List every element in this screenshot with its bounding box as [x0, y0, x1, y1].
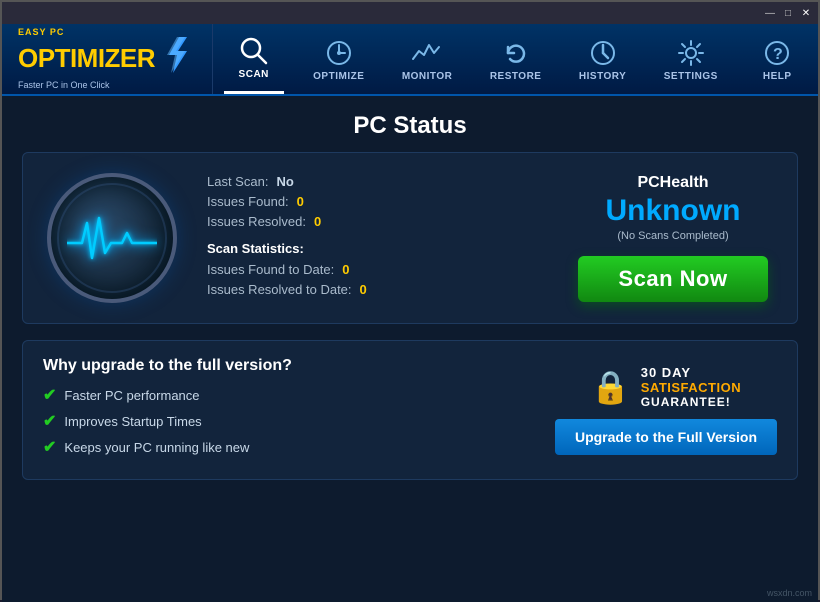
logo-arrow-icon: [163, 37, 191, 73]
scan-icon: [238, 35, 270, 67]
history-icon: [587, 37, 619, 69]
watermark: wsxdn.com: [767, 588, 812, 598]
upgrade-feature-3: ✔ Keeps your PC running like new: [43, 437, 555, 457]
feature-1-text: Faster PC performance: [64, 388, 199, 403]
check-icon-2: ✔: [43, 411, 56, 431]
feature-3-text: Keeps your PC running like new: [64, 440, 249, 455]
nav-bar: SCAN OPTIMIZE MONITOR RESTORE: [212, 24, 818, 94]
nav-item-scan[interactable]: SCAN: [224, 24, 284, 94]
nav-label-scan: SCAN: [239, 69, 269, 80]
guarantee-word: GUARANTEE!: [641, 395, 741, 409]
last-scan-label: Last Scan:: [207, 174, 268, 189]
logo-sub-text: Faster PC in One Click: [18, 80, 212, 90]
check-icon-1: ✔: [43, 385, 56, 405]
minimize-button[interactable]: —: [762, 6, 778, 20]
health-sub: (No Scans Completed): [617, 230, 728, 242]
titlebar: — □ ✕: [2, 2, 818, 24]
stats-section: Last Scan: No Issues Found: 0 Issues Res…: [207, 174, 543, 302]
restore-icon: [500, 37, 532, 69]
status-card: Last Scan: No Issues Found: 0 Issues Res…: [22, 152, 798, 324]
guarantee-badge: 🔒 30 DAY SATISFACTION GUARANTEE!: [591, 365, 741, 409]
page-title: PC Status: [22, 96, 798, 152]
header: EASY PC OPTIMIZER Faster PC in One Click: [2, 24, 818, 96]
settings-icon: [675, 37, 707, 69]
upgrade-right: 🔒 30 DAY SATISFACTION GUARANTEE! Upgrade…: [555, 365, 777, 455]
resolved-to-date-value: 0: [360, 282, 367, 297]
resolved-to-date-row: Issues Resolved to Date: 0: [207, 282, 543, 297]
nav-item-settings[interactable]: SETTINGS: [656, 24, 726, 94]
guarantee-days: 30 DAY: [641, 365, 741, 380]
close-button[interactable]: ✕: [798, 6, 814, 20]
logo-area: EASY PC OPTIMIZER Faster PC in One Click: [2, 28, 212, 90]
lock-icon: 🔒: [591, 368, 631, 406]
check-icon-3: ✔: [43, 437, 56, 457]
nav-label-optimize: OPTIMIZE: [313, 71, 364, 82]
scan-now-button[interactable]: Scan Now: [578, 256, 767, 302]
main-content: PC Status Last Scan: No Issues Fo: [2, 96, 818, 602]
nav-item-restore[interactable]: RESTORE: [482, 24, 550, 94]
issues-resolved-row: Issues Resolved: 0: [207, 214, 543, 229]
svg-text:?: ?: [773, 46, 783, 63]
issues-found-value: 0: [297, 194, 304, 209]
nav-label-history: HISTORY: [579, 71, 626, 82]
nav-item-monitor[interactable]: MONITOR: [394, 24, 461, 94]
issues-to-date-row: Issues Found to Date: 0: [207, 262, 543, 277]
guarantee-satisfaction: SATISFACTION: [641, 380, 741, 395]
health-section: PCHealth Unknown (No Scans Completed) Sc…: [573, 174, 773, 302]
last-scan-value: No: [276, 174, 293, 189]
upgrade-button[interactable]: Upgrade to the Full Version: [555, 419, 777, 455]
nav-label-monitor: MONITOR: [402, 71, 453, 82]
health-label: PCHealth: [637, 174, 708, 192]
health-status: Unknown: [606, 194, 741, 228]
issues-found-row: Issues Found: 0: [207, 194, 543, 209]
upgrade-left: Why upgrade to the full version? ✔ Faste…: [43, 357, 555, 463]
upgrade-feature-2: ✔ Improves Startup Times: [43, 411, 555, 431]
nav-item-history[interactable]: HISTORY: [571, 24, 634, 94]
optimize-icon: [323, 37, 355, 69]
upgrade-title: Why upgrade to the full version?: [43, 357, 555, 375]
logo-main-text: OPTIMIZER: [18, 45, 155, 71]
monitor-icon: [411, 37, 443, 69]
nav-item-optimize[interactable]: OPTIMIZE: [305, 24, 372, 94]
issues-resolved-label: Issues Resolved:: [207, 214, 306, 229]
heartbeat-graph: [67, 213, 157, 263]
logo-top-text: EASY PC: [18, 28, 212, 37]
logo-optimizer: OPTIMIZER: [18, 43, 155, 73]
issues-resolved-value: 0: [314, 214, 321, 229]
nav-label-restore: RESTORE: [490, 71, 542, 82]
scan-stats-title: Scan Statistics:: [207, 241, 543, 256]
feature-2-text: Improves Startup Times: [64, 414, 201, 429]
issues-to-date-value: 0: [342, 262, 349, 277]
nav-label-settings: SETTINGS: [664, 71, 718, 82]
maximize-button[interactable]: □: [780, 6, 796, 20]
resolved-to-date-label: Issues Resolved to Date:: [207, 282, 352, 297]
nav-item-help[interactable]: ? HELP: [747, 24, 807, 94]
nav-label-help: HELP: [763, 71, 792, 82]
monitor-graphic: [47, 173, 177, 303]
help-icon: ?: [761, 37, 793, 69]
upgrade-banner: Why upgrade to the full version? ✔ Faste…: [22, 340, 798, 480]
upgrade-feature-1: ✔ Faster PC performance: [43, 385, 555, 405]
guarantee-text: 30 DAY SATISFACTION GUARANTEE!: [641, 365, 741, 409]
last-scan-row: Last Scan: No: [207, 174, 543, 189]
issues-found-label: Issues Found:: [207, 194, 289, 209]
issues-to-date-label: Issues Found to Date:: [207, 262, 334, 277]
